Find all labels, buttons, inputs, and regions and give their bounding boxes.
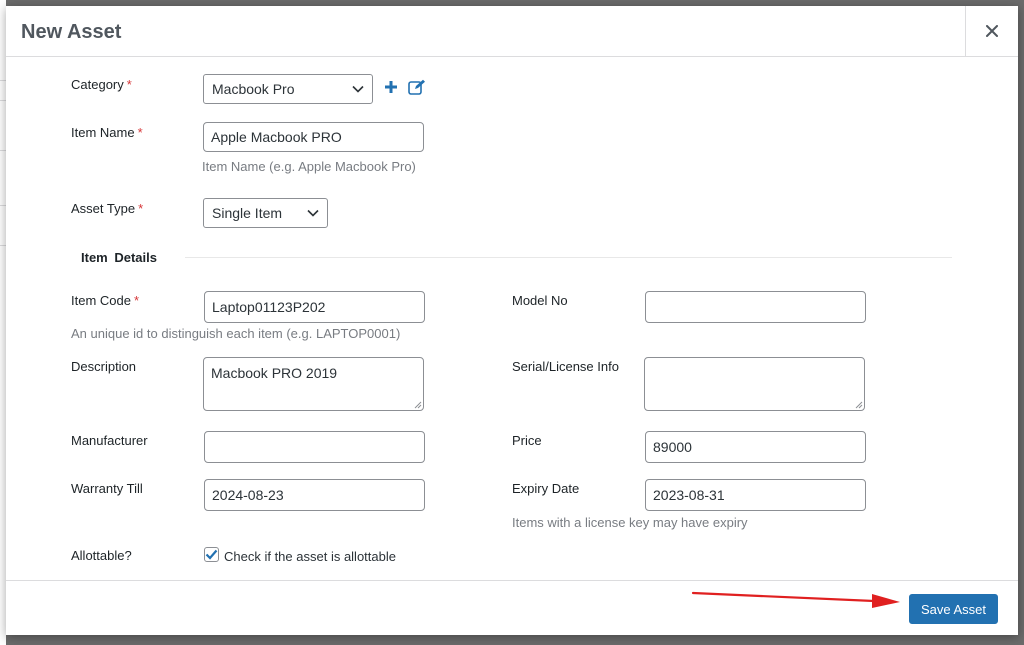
description-textarea[interactable]: Macbook PRO 2019 xyxy=(203,357,424,411)
allottable-label: Allottable? xyxy=(71,548,132,563)
item-code-label: Item Code * xyxy=(71,293,140,308)
modal-footer: Save Asset xyxy=(6,580,1018,635)
modal-body: Category* Macbook Pro Item Name* Item Na… xyxy=(6,57,1018,580)
category-select-value: Macbook Pro xyxy=(212,81,295,97)
section-divider xyxy=(185,257,952,258)
serial-license-field xyxy=(644,357,865,411)
close-button[interactable] xyxy=(965,6,1018,56)
item-code-input[interactable] xyxy=(204,291,425,323)
modal-header: New Asset xyxy=(6,6,1018,57)
expiry-date-help: Items with a license key may have expiry xyxy=(512,515,748,530)
new-asset-modal: New Asset Category * Macbook Pro Item Na… xyxy=(6,6,1018,635)
description-field: Macbook PRO 2019 xyxy=(203,357,424,411)
required-marker: * xyxy=(133,293,140,308)
item-name-label: Item Name * xyxy=(71,125,143,140)
chevron-down-icon xyxy=(307,209,319,217)
chevron-down-icon xyxy=(352,85,364,93)
category-label: Category * xyxy=(71,77,132,92)
resize-handle-icon xyxy=(855,401,863,409)
required-marker: * xyxy=(138,201,144,216)
asset-type-select-value: Single Item xyxy=(212,205,283,221)
edit-category-button[interactable] xyxy=(408,79,426,100)
warranty-till-input[interactable] xyxy=(204,479,425,511)
serial-license-label: Serial/License Info xyxy=(512,359,619,374)
required-marker: * xyxy=(137,125,143,140)
check-icon xyxy=(205,549,218,560)
arrow-annotation xyxy=(691,591,900,608)
allottable-checkbox-label[interactable]: Check if the asset is allottable xyxy=(224,549,396,564)
item-details-heading: Item Details xyxy=(81,250,157,265)
model-no-input[interactable] xyxy=(645,291,866,323)
model-no-label: Model No xyxy=(512,293,568,308)
edit-icon xyxy=(408,79,425,95)
price-label: Price xyxy=(512,433,542,448)
expiry-date-label: Expiry Date xyxy=(512,481,580,496)
required-marker: * xyxy=(126,77,132,92)
serial-license-textarea[interactable] xyxy=(644,357,865,411)
plus-icon xyxy=(385,81,397,93)
manufacturer-input[interactable] xyxy=(204,431,425,463)
item-name-input[interactable] xyxy=(203,122,424,152)
manufacturer-label: Manufacturer xyxy=(71,433,148,448)
save-asset-button[interactable]: Save Asset xyxy=(909,594,998,624)
asset-type-select[interactable]: Single Item xyxy=(203,198,328,228)
asset-type-label: Asset Type * xyxy=(71,201,144,216)
warranty-till-label: Warranty Till xyxy=(71,481,143,496)
expiry-date-input[interactable] xyxy=(645,479,866,511)
resize-handle-icon xyxy=(414,401,422,409)
description-label: Description xyxy=(71,359,137,374)
modal-title: New Asset xyxy=(21,21,122,43)
item-code-help: An unique id to distinguish each item (e… xyxy=(71,326,401,341)
add-category-button[interactable] xyxy=(384,80,398,99)
item-name-help: Item Name (e.g. Apple Macbook Pro) xyxy=(202,159,416,174)
allottable-checkbox[interactable] xyxy=(204,547,219,562)
close-icon xyxy=(986,25,998,37)
price-input[interactable] xyxy=(645,431,866,463)
category-select[interactable]: Macbook Pro xyxy=(203,74,373,104)
